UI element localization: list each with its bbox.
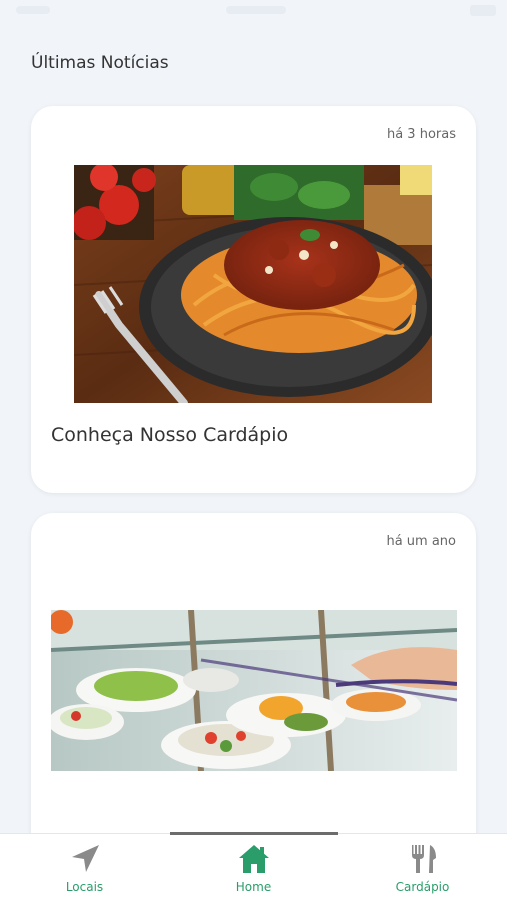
tab-cardapio[interactable]: Cardápio [338, 834, 507, 901]
status-time [226, 6, 286, 14]
spaghetti-bolognese-photo [74, 165, 432, 403]
navigation-arrow-icon [68, 842, 102, 876]
page-title: Últimas Notícias [31, 53, 169, 73]
news-card[interactable]: há 3 horas Conheça Nosso Cardápio [31, 106, 476, 493]
tab-locais[interactable]: Locais [0, 834, 169, 901]
salad-buffet-photo [51, 610, 457, 771]
tab-label: Home [235, 880, 272, 894]
battery-icon [470, 5, 496, 16]
status-bar [0, 0, 507, 26]
news-timestamp: há um ano [386, 534, 456, 549]
fork-knife-icon [406, 842, 440, 876]
news-card[interactable]: há um ano [31, 513, 476, 873]
tab-label: Cardápio [395, 880, 450, 894]
bottom-tab-bar: Locais Home Cardápio [0, 832, 507, 901]
tab-home[interactable]: Home [169, 834, 338, 901]
status-carrier [16, 6, 50, 14]
news-title: Conheça Nosso Cardápio [51, 424, 289, 446]
tab-label: Locais [65, 880, 104, 894]
news-timestamp: há 3 horas [386, 127, 456, 142]
home-icon [237, 842, 271, 876]
